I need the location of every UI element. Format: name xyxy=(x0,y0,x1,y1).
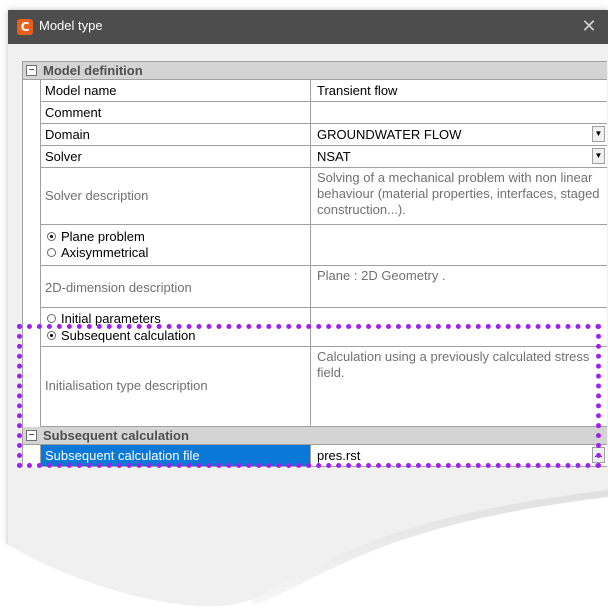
collapse-icon[interactable]: − xyxy=(26,430,37,441)
row-init-description: Initialisation type description Calculat… xyxy=(40,347,607,427)
category-model-definition[interactable]: − Model definition xyxy=(23,62,607,80)
init-type-value xyxy=(313,308,607,346)
property-name: Comment xyxy=(41,102,311,123)
domain-select[interactable]: GROUNDWATER FLOW ▼ xyxy=(313,124,607,145)
dropdown-arrow-icon[interactable]: ▼ xyxy=(592,126,605,142)
row-solver[interactable]: Solver NSAT ▼ xyxy=(40,146,607,168)
row-domain[interactable]: Domain GROUNDWATER FLOW ▼ xyxy=(40,124,607,146)
dialog-content: − Model definition Model name Transient … xyxy=(8,44,608,614)
app-logo-icon: C xyxy=(17,19,33,35)
property-label: Solver description xyxy=(45,188,149,203)
category-label: Subsequent calculation xyxy=(43,428,189,443)
solver-select[interactable]: NSAT ▼ xyxy=(313,146,607,167)
radio-selected-icon[interactable] xyxy=(47,232,56,241)
collapse-icon[interactable]: − xyxy=(26,65,37,76)
row-comment[interactable]: Comment xyxy=(40,102,607,124)
problem-type-value xyxy=(313,225,607,265)
radio-plane-problem[interactable]: Plane problem xyxy=(47,229,145,244)
browse-button[interactable]: … xyxy=(592,447,605,463)
property-label: Domain xyxy=(45,127,90,142)
radio-initial-parameters[interactable]: Initial parameters xyxy=(47,311,161,326)
dropdown-arrow-icon[interactable]: ▼ xyxy=(592,148,605,164)
radio-subsequent-calculation[interactable]: Subsequent calculation xyxy=(47,328,195,343)
property-name: Domain xyxy=(41,124,311,145)
model-type-dialog: C Model type ✕ − Model definition Model … xyxy=(8,10,608,614)
property-label: Solver xyxy=(45,149,82,164)
row-subsequent-file[interactable]: Subsequent calculation file pres.rst … xyxy=(40,445,607,467)
subsequent-file-field[interactable]: pres.rst … xyxy=(313,445,607,466)
property-label: Subsequent calculation file xyxy=(45,448,200,463)
property-label: Initialisation type description xyxy=(45,378,208,393)
property-name: Model name xyxy=(41,80,311,101)
radio-axisymmetrical[interactable]: Axisymmetrical xyxy=(47,245,148,260)
row-model-name[interactable]: Model name Transient flow xyxy=(40,80,607,102)
category-label: Model definition xyxy=(43,63,143,78)
row-dimension-description: 2D-dimension description Plane : 2D Geom… xyxy=(40,266,607,308)
comment-field[interactable] xyxy=(313,102,607,123)
property-name: Solver xyxy=(41,146,311,167)
init-description-value: Calculation using a previously calculate… xyxy=(317,349,590,380)
title-bar[interactable]: C Model type ✕ xyxy=(8,10,608,44)
property-label: Model name xyxy=(45,83,117,98)
category-subsequent-calculation[interactable]: − Subsequent calculation xyxy=(23,427,607,445)
radio-unselected-icon[interactable] xyxy=(47,314,56,323)
window-title: Model type xyxy=(39,18,103,33)
close-icon[interactable]: ✕ xyxy=(576,14,602,40)
row-initialisation-type[interactable]: Initial parameters Subsequent calculatio… xyxy=(40,308,607,347)
model-name-field[interactable]: Transient flow xyxy=(313,80,607,101)
row-solver-description: Solver description Solving of a mechanic… xyxy=(40,168,607,225)
solver-description-value: Solving of a mechanical problem with non… xyxy=(317,170,600,217)
property-label: 2D-dimension description xyxy=(45,280,192,295)
radio-selected-icon[interactable] xyxy=(47,331,56,340)
radio-unselected-icon[interactable] xyxy=(47,248,56,257)
dimension-description-value: Plane : 2D Geometry . xyxy=(317,268,446,283)
property-grid: − Model definition Model name Transient … xyxy=(22,61,607,467)
property-label: Comment xyxy=(45,105,102,120)
property-name: 2D-dimension description xyxy=(41,266,311,307)
property-name: Initialisation type description xyxy=(41,347,311,426)
row-problem-type[interactable]: Plane problem Axisymmetrical xyxy=(40,225,607,266)
problem-type-options: Plane problem Axisymmetrical xyxy=(41,225,311,265)
property-name: Solver description xyxy=(41,168,311,224)
property-name-selected: Subsequent calculation file xyxy=(41,445,311,466)
init-type-options: Initial parameters Subsequent calculatio… xyxy=(41,308,311,346)
